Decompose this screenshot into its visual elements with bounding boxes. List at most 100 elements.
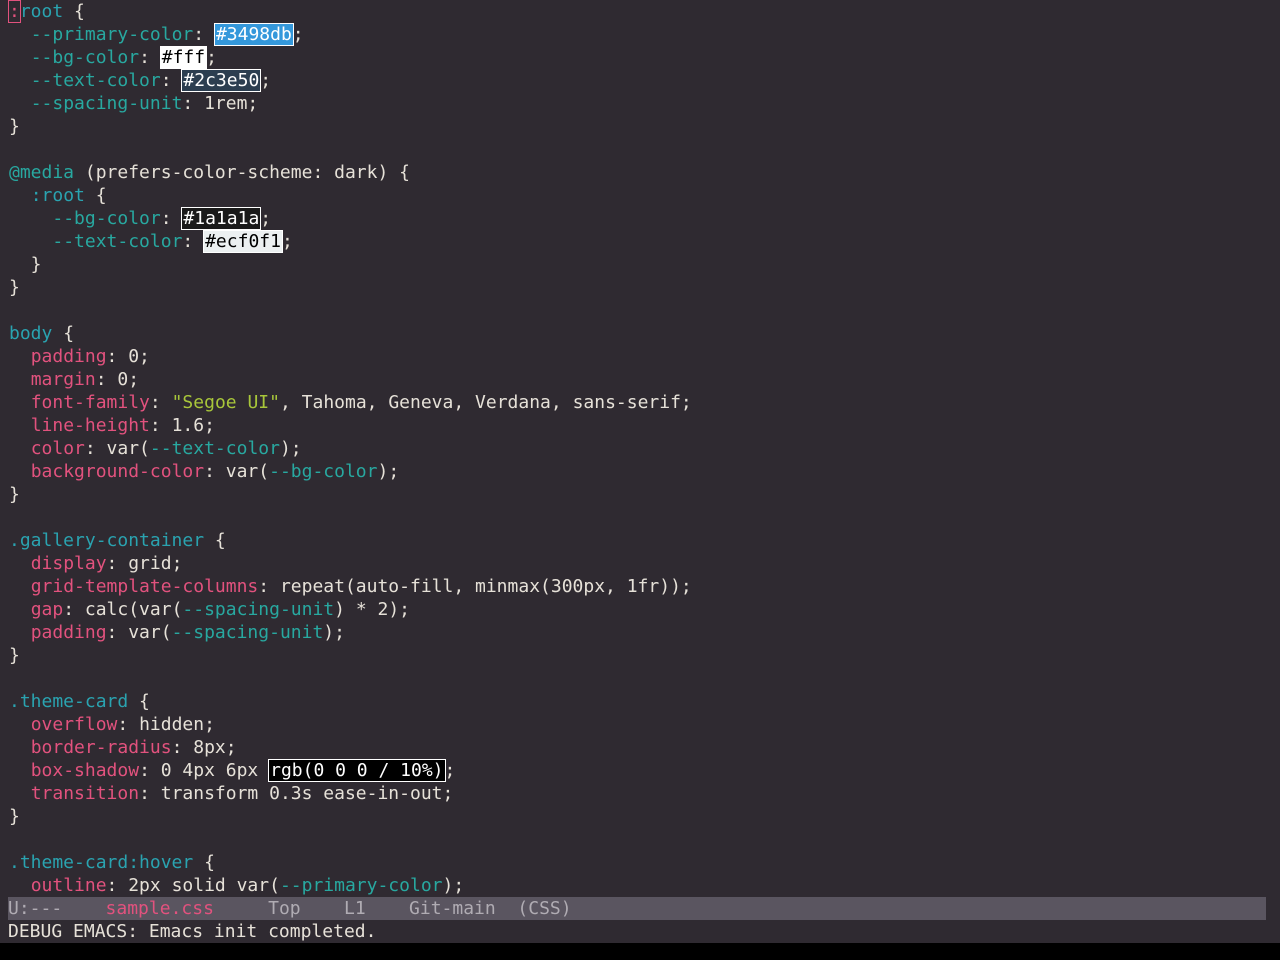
- code-line[interactable]: outline: 2px solid var(--primary-color);: [9, 874, 692, 897]
- buffer-name[interactable]: sample.css: [106, 898, 214, 919]
- buffer-status: U:---: [8, 898, 63, 919]
- property: transition: [30, 783, 140, 804]
- code-line[interactable]: grid-template-columns: repeat(auto-fill,…: [9, 575, 692, 598]
- code-line[interactable]: border-radius: 8px;: [9, 736, 692, 759]
- code-line[interactable]: }: [9, 805, 692, 828]
- property: background-color: [30, 461, 205, 482]
- code-line[interactable]: --text-color: #ecf0f1;: [9, 230, 692, 253]
- code-line[interactable]: }: [9, 276, 692, 299]
- code-text: ;: [260, 208, 272, 229]
- code-text: : 8px;: [171, 737, 237, 758]
- left-fringe: [0, 0, 8, 897]
- code-line[interactable]: --text-color: #2c3e50;: [9, 69, 692, 92]
- code-text: {: [204, 530, 226, 551]
- code-line[interactable]: font-family: "Segoe UI", Tahoma, Geneva,…: [9, 391, 692, 414]
- property: --bg-color: [30, 47, 140, 68]
- code-text: ;: [281, 231, 293, 252]
- code-line[interactable]: .gallery-container {: [9, 529, 692, 552]
- code-text: );: [377, 461, 400, 482]
- code-text: : var(: [84, 438, 150, 459]
- scroll-position: Top: [268, 898, 301, 919]
- code-area[interactable]: :root { --primary-color: #3498db; --bg-c…: [8, 0, 692, 897]
- code-line[interactable]: [9, 506, 692, 529]
- code-line[interactable]: [9, 667, 692, 690]
- selector: :root: [30, 185, 85, 206]
- code-line[interactable]: overflow: hidden;: [9, 713, 692, 736]
- code-line[interactable]: --bg-color: #1a1a1a;: [9, 207, 692, 230]
- echo-area: DEBUG EMACS: Emacs init completed.: [8, 921, 377, 942]
- code-text: );: [279, 438, 302, 459]
- property: --text-color: [30, 70, 161, 91]
- code-line[interactable]: line-height: 1.6;: [9, 414, 692, 437]
- color-swatch-shadow: rgb(0 0 0 / 10%): [268, 759, 446, 782]
- major-mode[interactable]: (CSS): [517, 898, 571, 919]
- code-text: ;: [292, 24, 304, 45]
- code-line[interactable]: gap: calc(var(--spacing-unit) * 2);: [9, 598, 692, 621]
- code-text: (prefers-color-scheme: dark) {: [74, 162, 410, 183]
- code-line[interactable]: }: [9, 644, 692, 667]
- property: padding: [30, 622, 107, 643]
- code-text: : 2px solid var(: [106, 875, 280, 896]
- code-line[interactable]: body {: [9, 322, 692, 345]
- code-text: :: [149, 392, 172, 413]
- code-line[interactable]: :root {: [8, 0, 692, 23]
- code-text: );: [442, 875, 465, 896]
- code-line[interactable]: padding: var(--spacing-unit);: [9, 621, 692, 644]
- property: grid-template-columns: [30, 576, 259, 597]
- code-text: );: [323, 622, 345, 643]
- code-line[interactable]: }: [9, 253, 692, 276]
- code-text: : calc(var(: [63, 599, 183, 620]
- color-swatch-dark-bg: #1a1a1a: [181, 207, 262, 230]
- code-line[interactable]: }: [9, 115, 692, 138]
- code-text: :: [193, 24, 215, 45]
- code-line[interactable]: padding: 0;: [9, 345, 692, 368]
- code-text: {: [193, 852, 215, 873]
- property: color: [30, 438, 85, 459]
- code-line[interactable]: color: var(--text-color);: [9, 437, 692, 460]
- code-text: : var(: [106, 622, 172, 643]
- code-line[interactable]: @media (prefers-color-scheme: dark) {: [9, 161, 692, 184]
- code-line[interactable]: .theme-card {: [9, 690, 692, 713]
- code-line[interactable]: }: [9, 483, 692, 506]
- property: --bg-color: [52, 208, 161, 229]
- color-swatch-primary: #3498db: [213, 23, 294, 46]
- code-line[interactable]: :root {: [9, 184, 692, 207]
- text-cursor: :: [8, 0, 21, 23]
- code-line[interactable]: display: grid;: [9, 552, 692, 575]
- property: box-shadow: [30, 760, 140, 781]
- code-line[interactable]: transition: transform 0.3s ease-in-out;: [9, 782, 692, 805]
- code-line[interactable]: [9, 828, 692, 851]
- code-line[interactable]: background-color: var(--bg-color);: [9, 460, 692, 483]
- code-line[interactable]: --bg-color: #fff;: [9, 46, 692, 69]
- property: --text-color: [52, 231, 183, 252]
- code-line[interactable]: --primary-color: #3498db;: [9, 23, 692, 46]
- mode-line[interactable]: U:--- sample.css Top L1 Git-main (CSS): [8, 897, 1266, 920]
- code-line[interactable]: margin: 0;: [9, 368, 692, 391]
- code-line[interactable]: .theme-card:hover {: [9, 851, 692, 874]
- selector: .theme-card: [9, 691, 129, 712]
- selector: .gallery-container: [9, 530, 205, 551]
- selector: body: [9, 323, 53, 344]
- code-text: {: [128, 691, 150, 712]
- color-swatch-bg: #fff: [159, 46, 208, 69]
- property: line-height: [30, 415, 150, 436]
- code-line[interactable]: [9, 299, 692, 322]
- code-line[interactable]: --spacing-unit: 1rem;: [9, 92, 692, 115]
- code-line[interactable]: [9, 138, 692, 161]
- code-text: {: [52, 323, 75, 344]
- code-line[interactable]: box-shadow: 0 4px 6px rgb(0 0 0 / 10%);: [9, 759, 692, 782]
- editor-window[interactable]: :root { --primary-color: #3498db; --bg-c…: [0, 0, 1266, 897]
- code-text: : 1rem;: [182, 93, 259, 114]
- vc-branch[interactable]: Git-main: [409, 898, 496, 919]
- variable-ref: --spacing-unit: [182, 599, 335, 620]
